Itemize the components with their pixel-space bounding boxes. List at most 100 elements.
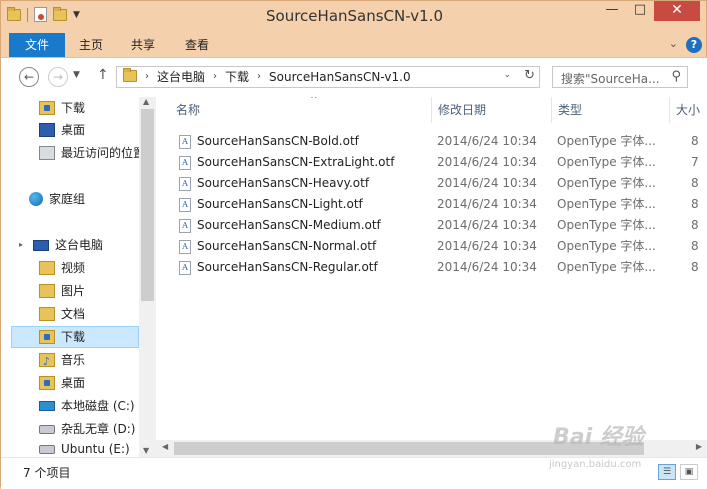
tab-share[interactable]: 共享 — [131, 33, 155, 57]
sidebar-item-music[interactable]: 音乐 — [39, 349, 85, 373]
windows-drive-icon — [39, 401, 55, 411]
file-name: SourceHanSansCN-Medium.otf — [197, 218, 381, 232]
sidebar-item-drive-c[interactable]: 本地磁盘 (C:) — [39, 395, 135, 417]
file-size: 8 — [691, 134, 699, 148]
file-name: SourceHanSansCN-Bold.otf — [197, 134, 359, 148]
expand-icon[interactable]: ▸ — [19, 234, 27, 256]
table-row[interactable]: A SourceHanSansCN-ExtraLight.otf 2014/6/24… — [173, 152, 707, 173]
table-row[interactable]: A SourceHanSansCN-Medium.otf 2014/6/24 10:… — [173, 215, 707, 236]
breadcrumb-item[interactable]: SourceHanSansCN-v1.0 — [269, 67, 411, 87]
sidebar-scrollbar[interactable]: ▲ ▼ — [139, 97, 156, 457]
back-button[interactable]: ← — [19, 67, 39, 87]
recent-places-icon — [39, 146, 55, 160]
help-icon[interactable]: ? — [686, 37, 702, 53]
file-size: 8 — [691, 197, 699, 211]
file-name: SourceHanSansCN-Normal.otf — [197, 239, 377, 253]
navigation-bar: ← → ▼ ↑ › 这台电脑 › 下载 › SourceHanSansCN-v1… — [1, 57, 707, 98]
table-row[interactable]: A SourceHanSansCN-Bold.otf 2014/6/24 10:34… — [173, 131, 707, 152]
sidebar-item-label: 家庭组 — [49, 192, 86, 206]
font-file-icon: A — [179, 135, 191, 149]
table-row[interactable]: A SourceHanSansCN-Light.otf 2014/6/24 10:3… — [173, 194, 707, 215]
sidebar-item-label: 最近访问的位置 — [61, 146, 146, 160]
chevron-down-icon[interactable]: ⌄ — [669, 37, 678, 50]
file-size: 7 — [691, 155, 699, 169]
content-area: 下载 桌面 最近访问的位置 家庭组 ▸ 这台电脑 视频 图片 文档 下载 ♪ 音… — [1, 97, 707, 457]
file-size: 8 — [691, 176, 699, 190]
sidebar-item-label: 本地磁盘 (C:) — [61, 399, 135, 413]
large-icons-view-icon[interactable]: ▣ — [680, 464, 698, 480]
documents-folder-icon — [39, 307, 55, 321]
file-date: 2014/6/24 10:34 — [437, 260, 537, 274]
sidebar-item-label: 下载 — [61, 330, 86, 344]
table-row[interactable]: A SourceHanSansCN-Normal.otf 2014/6/24 10:… — [173, 236, 707, 257]
maximize-button[interactable]: □ — [626, 1, 654, 21]
column-header-label: 修改日期 — [438, 103, 487, 117]
music-folder-icon — [39, 351, 55, 373]
column-header-label: 名称 — [176, 103, 201, 117]
breadcrumb-separator: › — [213, 71, 218, 82]
table-row[interactable]: A SourceHanSansCN-Heavy.otf 2014/6/24 10:3… — [173, 173, 707, 194]
breadcrumb-item[interactable]: 下载 — [225, 67, 249, 87]
table-row[interactable]: A SourceHanSansCN-Regular.otf 2014/6/24 10… — [173, 257, 707, 278]
file-type: OpenType 字体... — [557, 155, 656, 169]
address-dropdown-icon[interactable]: ⌄ — [503, 70, 511, 80]
sidebar-item-videos[interactable]: 视频 — [39, 257, 85, 279]
file-date: 2014/6/24 10:34 — [437, 176, 537, 190]
ribbon: 文件 主页 共享 查看 ⌄ ? — [1, 33, 707, 57]
sidebar-item-documents[interactable]: 文档 — [39, 303, 85, 325]
up-button[interactable]: ↑ — [97, 67, 109, 83]
font-file-icon: A — [179, 198, 191, 212]
drive-icon — [39, 424, 55, 434]
file-size: 8 — [691, 239, 699, 253]
scrollbar-thumb[interactable] — [141, 109, 154, 301]
sort-ascending-icon: ^ — [310, 97, 318, 105]
folder-icon — [123, 68, 137, 82]
search-input[interactable]: 搜索"SourceHa... ⚲ — [552, 66, 688, 88]
file-type: OpenType 字体... — [557, 134, 656, 148]
details-view-icon[interactable]: ☰ — [658, 464, 676, 480]
minimize-button[interactable]: — — [598, 1, 626, 21]
title-bar: ▼ SourceHanSansCN-v1.0 — □ ✕ — [1, 1, 707, 33]
sidebar-item-downloads[interactable]: 下载 — [11, 326, 139, 348]
font-file-icon: A — [179, 240, 191, 254]
search-icon[interactable]: ⚲ — [671, 69, 681, 84]
watermark-url: jingyan.baidu.com — [549, 459, 642, 470]
sidebar-item-desktop-fav[interactable]: 桌面 — [39, 119, 85, 141]
recent-locations-icon[interactable]: ▼ — [73, 70, 80, 80]
font-file-icon: A — [179, 219, 191, 233]
sidebar-item-homegroup[interactable]: 家庭组 — [29, 188, 85, 210]
sidebar-item-pictures[interactable]: 图片 — [39, 280, 85, 302]
column-header-date[interactable]: 修改日期 — [432, 97, 552, 123]
file-date: 2014/6/24 10:34 — [437, 197, 537, 211]
desktop-icon — [39, 123, 55, 137]
desktop-folder-icon — [39, 376, 55, 390]
refresh-icon[interactable]: ↻ — [524, 68, 535, 83]
scroll-left-icon[interactable]: ◀ — [162, 442, 168, 451]
item-count: 7 个项目 — [23, 466, 71, 480]
search-placeholder: 搜索"SourceHa... — [561, 72, 660, 86]
sidebar-item-desktop[interactable]: 桌面 — [39, 372, 85, 394]
sidebar-item-drive-d[interactable]: 杂乱无章 (D:) — [39, 418, 135, 440]
column-header-size[interactable]: 大小 — [670, 97, 707, 123]
scroll-up-icon[interactable]: ▲ — [143, 97, 149, 106]
sidebar-item-this-pc[interactable]: ▸ 这台电脑 — [19, 234, 103, 256]
videos-folder-icon — [39, 261, 55, 275]
address-bar[interactable]: › 这台电脑 › 下载 › SourceHanSansCN-v1.0 ⌄ ↻ — [116, 66, 540, 88]
close-button[interactable]: ✕ — [654, 1, 700, 21]
sidebar-item-recent[interactable]: 最近访问的位置 — [39, 142, 145, 164]
column-header-label: 大小 — [676, 103, 701, 117]
tab-view[interactable]: 查看 — [185, 33, 209, 57]
breadcrumb-item[interactable]: 这台电脑 — [157, 67, 205, 87]
tab-file[interactable]: 文件 — [9, 33, 65, 57]
column-header-type[interactable]: 类型 — [552, 97, 670, 123]
tab-home[interactable]: 主页 — [79, 33, 103, 57]
scroll-right-icon[interactable]: ▶ — [696, 442, 702, 451]
forward-button[interactable]: → — [48, 67, 68, 87]
sidebar-item-label: 下载 — [61, 101, 86, 115]
sidebar-item-downloads-fav[interactable]: 下载 — [39, 97, 85, 119]
file-type: OpenType 字体... — [557, 176, 656, 190]
scroll-down-icon[interactable]: ▼ — [143, 446, 149, 455]
sidebar-item-drive-e[interactable]: Ubuntu (E:) — [39, 441, 130, 457]
navigation-pane: 下载 桌面 最近访问的位置 家庭组 ▸ 这台电脑 视频 图片 文档 下载 ♪ 音… — [1, 97, 156, 457]
column-header-name[interactable]: 名称 ^ — [170, 97, 432, 123]
